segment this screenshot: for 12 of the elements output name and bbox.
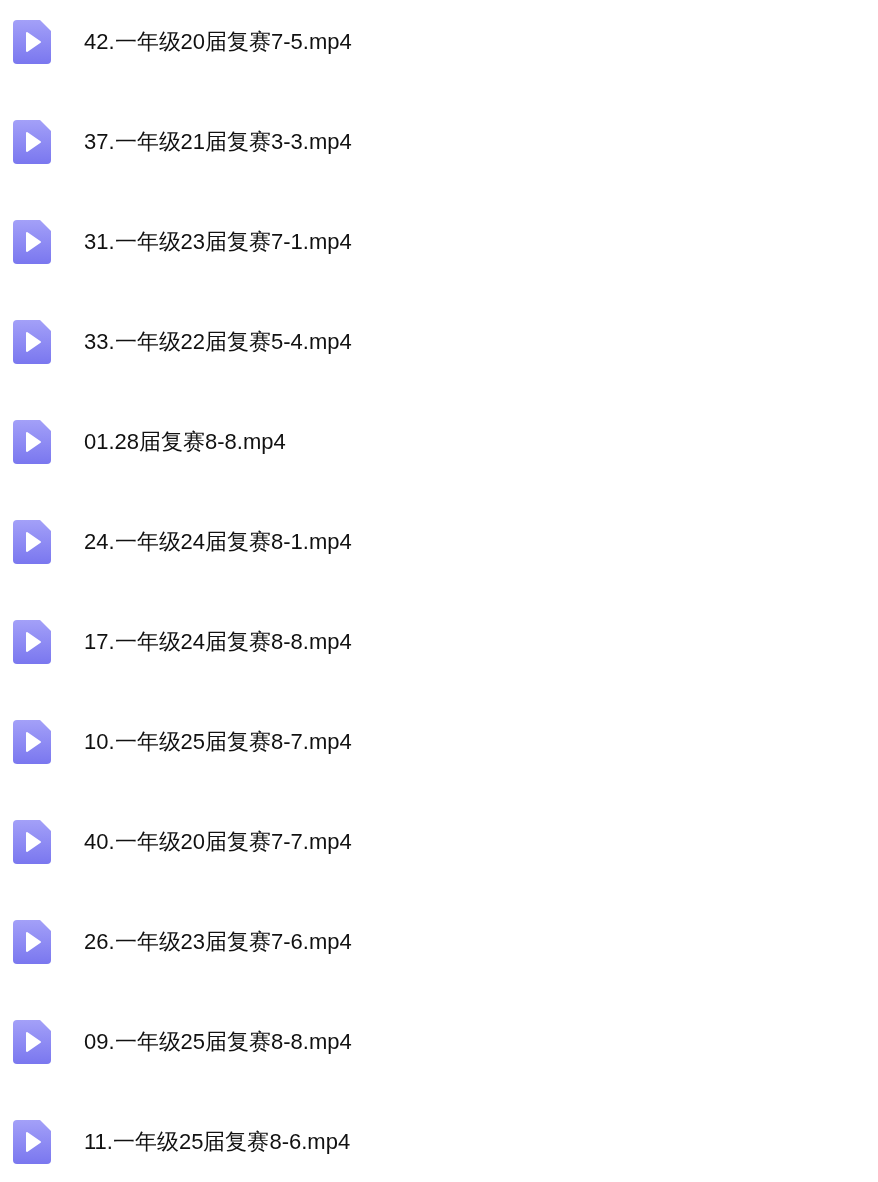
file-name[interactable]: 33.一年级22届复赛5-4.mp4 — [84, 327, 352, 357]
file-name[interactable]: 37.一年级21届复赛3-3.mp4 — [84, 127, 352, 157]
file-name[interactable]: 09.一年级25届复赛8-8.mp4 — [84, 1027, 352, 1057]
file-name[interactable]: 17.一年级24届复赛8-8.mp4 — [84, 627, 352, 657]
file-name[interactable]: 01.28届复赛8-8.mp4 — [84, 427, 286, 457]
file-name[interactable]: 10.一年级25届复赛8-7.mp4 — [84, 727, 352, 757]
file-name[interactable]: 42.一年级20届复赛7-5.mp4 — [84, 27, 352, 57]
file-name[interactable]: 40.一年级20届复赛7-7.mp4 — [84, 827, 352, 857]
file-name[interactable]: 26.一年级23届复赛7-6.mp4 — [84, 927, 352, 957]
file-name[interactable]: 11.一年级25届复赛8-6.mp4 — [84, 1127, 351, 1157]
file-name[interactable]: 31.一年级23届复赛7-1.mp4 — [84, 227, 352, 257]
file-name[interactable]: 24.一年级24届复赛8-1.mp4 — [84, 527, 352, 557]
